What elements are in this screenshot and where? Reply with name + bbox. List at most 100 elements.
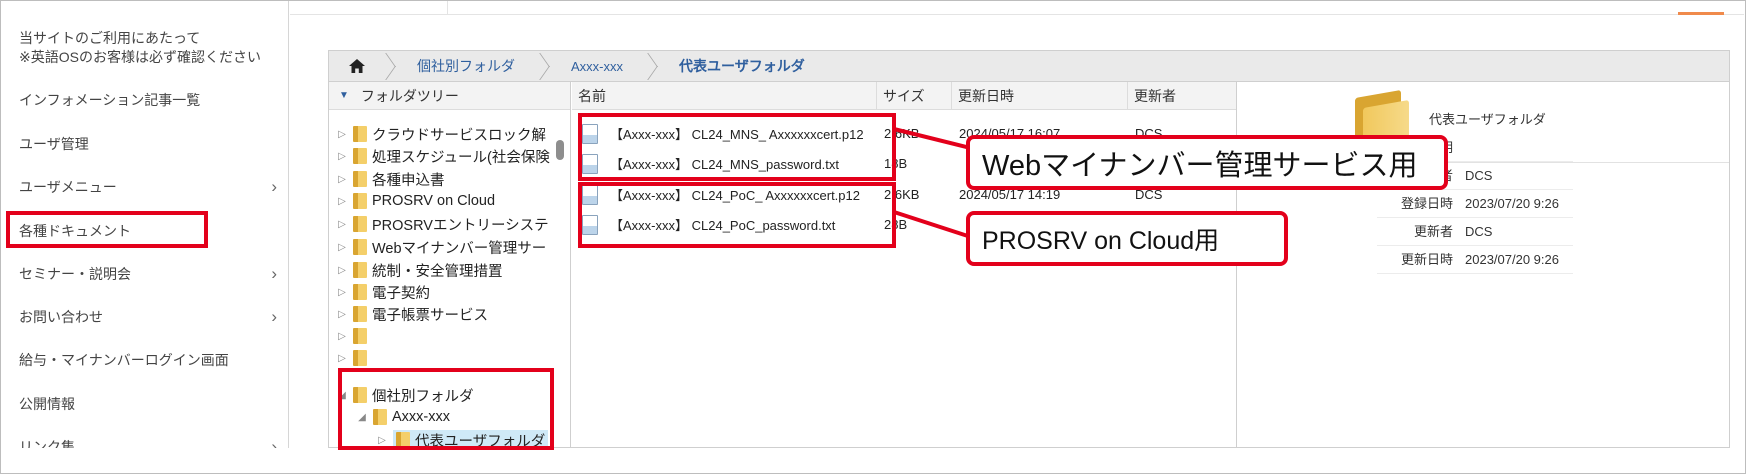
tree-item-label: 電子契約 xyxy=(372,285,430,302)
nav-item-label: ユーザ管理 xyxy=(19,136,89,152)
nav-item[interactable]: 公開情報 xyxy=(1,384,288,424)
tree-item-body: PROSRVエントリーシステ xyxy=(353,214,549,235)
tree-item-body: 電子契約 xyxy=(353,282,430,303)
breadcrumb-separator xyxy=(385,51,397,82)
collapsed-arrow-icon[interactable]: ▷ xyxy=(335,219,349,230)
tree-item-body xyxy=(353,328,372,344)
breadcrumb-separator xyxy=(539,51,551,82)
chevron-right-icon: › xyxy=(271,307,277,326)
folder-icon xyxy=(353,126,367,142)
property-value: DCS xyxy=(1465,224,1493,239)
chevron-right-icon: › xyxy=(271,437,277,448)
property-row: 更新日時 2023/07/20 9:26 xyxy=(1377,246,1573,274)
tree-item-label: PROSRVエントリーシステ xyxy=(372,217,549,234)
nav-item-label: 公開情報 xyxy=(19,396,75,412)
folder-icon xyxy=(353,148,367,164)
column-header-size[interactable]: サイズ xyxy=(877,82,952,110)
nav-item-label: リンク集 xyxy=(19,439,75,448)
nav-item[interactable]: 給与・マイナンバーログイン画面 xyxy=(1,340,288,380)
folder-tree-header[interactable]: ▼ フォルダツリー xyxy=(329,82,570,110)
folder-icon xyxy=(353,171,367,187)
tree-item[interactable]: ▷ 各種申込書 xyxy=(335,168,445,190)
tree-item[interactable]: ▷ xyxy=(335,325,372,347)
nav-item[interactable]: セミナー・説明会 › xyxy=(1,254,288,294)
highlight-box-documents xyxy=(6,211,208,248)
nav-item-label: インフォメーション記事一覧 xyxy=(19,92,201,108)
collapsed-arrow-icon[interactable]: ▷ xyxy=(335,129,349,140)
collapsed-arrow-icon[interactable]: ▷ xyxy=(335,287,349,298)
nav-item[interactable]: リンク集 › xyxy=(1,427,288,448)
folder-icon xyxy=(353,350,367,366)
tree-item-label: 各種申込書 xyxy=(372,172,445,189)
property-label: 更新者 xyxy=(1413,224,1453,239)
property-value: 2023/07/20 9:26 xyxy=(1465,252,1559,267)
top-header-accent xyxy=(1678,12,1724,15)
folder-icon xyxy=(353,216,367,232)
collapsed-arrow-icon[interactable]: ▷ xyxy=(335,174,349,185)
property-value: 2023/07/20 9:26 xyxy=(1465,196,1559,211)
chevron-right-icon: › xyxy=(271,264,277,283)
tree-item[interactable]: ▷ 統制・安全管理措置 xyxy=(335,259,503,281)
breadcrumb-separator xyxy=(647,51,659,82)
column-header-name[interactable]: 名前 xyxy=(572,82,877,110)
tree-item-body: 電子帳票サービス xyxy=(353,304,488,325)
tree-item-body: 統制・安全管理措置 xyxy=(353,260,503,281)
tree-item-label: 統制・安全管理措置 xyxy=(372,263,503,280)
property-row: 更新者 DCS xyxy=(1377,218,1573,246)
tree-item-body: 各種申込書 xyxy=(353,169,445,190)
column-header-updated[interactable]: 更新日時 xyxy=(952,82,1128,110)
breadcrumb: 個社別フォルダ Axxx-xxx 代表ユーザフォルダ xyxy=(329,51,1729,82)
tree-item-body: 処理スケジュール(社会保険 xyxy=(353,146,550,167)
usage-notice-link[interactable]: 当サイトのご利用にあたって ※英語OSのお客様は必ず確認ください xyxy=(19,29,261,67)
collapsed-arrow-icon[interactable]: ▷ xyxy=(335,196,349,207)
tree-item[interactable]: ▷ Webマイナンバー管理サー xyxy=(335,236,546,258)
breadcrumb-item-company-folders[interactable]: 個社別フォルダ xyxy=(397,51,539,82)
collapsed-arrow-icon[interactable]: ▷ xyxy=(335,309,349,320)
tree-scrollbar-thumb[interactable] xyxy=(556,140,564,160)
folder-icon xyxy=(353,328,367,344)
preview-folder-name: 代表ユーザフォルダ xyxy=(1429,112,1546,127)
nav-item-label: お問い合わせ xyxy=(19,309,103,325)
top-header-strip xyxy=(290,1,1744,15)
collapsed-arrow-icon[interactable]: ▷ xyxy=(335,331,349,342)
tree-item[interactable]: ▷ 電子契約 xyxy=(335,281,430,303)
nav-item[interactable]: ユーザメニュー › xyxy=(1,167,288,207)
callout-poc-text: PROSRV on Cloud用 xyxy=(982,226,1220,255)
collapsed-arrow-icon[interactable]: ▷ xyxy=(335,151,349,162)
file-list-header: 名前 サイズ 更新日時 更新者 xyxy=(572,82,1236,110)
tree-item-body: クラウドサービスロック解 xyxy=(353,124,546,145)
collapsed-arrow-icon[interactable]: ▷ xyxy=(335,265,349,276)
tree-item[interactable]: ▷ xyxy=(335,347,372,369)
callout-mns: Webマイナンバー管理サービス用 xyxy=(966,135,1448,190)
nav-item[interactable]: インフォメーション記事一覧 xyxy=(1,80,288,120)
tree-item-label: Webマイナンバー管理サー xyxy=(372,240,547,257)
nav-item-label: 給与・マイナンバーログイン画面 xyxy=(19,352,229,368)
tree-item-label: 電子帳票サービス xyxy=(372,307,488,324)
nav-item[interactable]: ユーザ管理 xyxy=(1,124,288,164)
tree-item[interactable]: ▷ PROSRV on Cloud xyxy=(335,190,495,212)
property-label: 更新日時 xyxy=(1400,252,1453,267)
highlight-box-company-tree xyxy=(338,368,554,450)
tree-item-body: Webマイナンバー管理サー xyxy=(353,237,546,258)
property-label: 登録日時 xyxy=(1400,196,1453,211)
tree-item[interactable]: ▷ 処理スケジュール(社会保険 xyxy=(335,145,550,167)
breadcrumb-item-company[interactable]: Axxx-xxx xyxy=(551,51,647,82)
folder-icon xyxy=(353,193,367,209)
tree-item[interactable]: ▷ PROSRVエントリーシステ xyxy=(335,213,549,235)
chevron-right-icon: › xyxy=(271,177,277,196)
tree-item[interactable]: ▷ クラウドサービスロック解 xyxy=(335,123,546,145)
tree-item[interactable]: ▷ 電子帳票サービス xyxy=(335,303,488,325)
collapsed-arrow-icon[interactable]: ▷ xyxy=(335,242,349,253)
tree-item-body: PROSRV on Cloud xyxy=(353,193,495,209)
nav-item[interactable]: お問い合わせ › xyxy=(1,297,288,337)
folder-icon xyxy=(353,239,367,255)
property-value: DCS xyxy=(1465,168,1493,183)
folder-tree-title: フォルダツリー xyxy=(360,87,459,104)
tree-item-label: クラウドサービスロック解 xyxy=(372,127,546,144)
column-header-updater[interactable]: 更新者 xyxy=(1128,82,1236,110)
home-icon xyxy=(349,59,365,73)
highlight-box-poc-files xyxy=(578,182,896,248)
collapsed-arrow-icon[interactable]: ▷ xyxy=(335,353,349,364)
folder-icon xyxy=(353,306,367,322)
breadcrumb-item-current: 代表ユーザフォルダ xyxy=(679,58,805,74)
